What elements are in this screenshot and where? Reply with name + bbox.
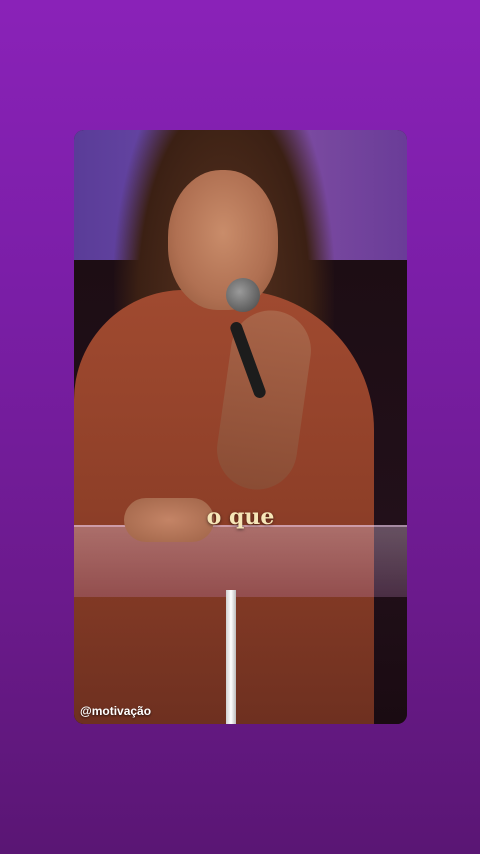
microphone-icon: [226, 278, 260, 312]
performer-face: [168, 170, 278, 310]
podium-stem: [226, 590, 236, 724]
watermark-handle[interactable]: @motivação: [80, 704, 151, 718]
glass-podium: [74, 525, 407, 597]
video-caption: o que: [206, 504, 275, 530]
video-frame[interactable]: o que @motivação: [74, 130, 407, 724]
